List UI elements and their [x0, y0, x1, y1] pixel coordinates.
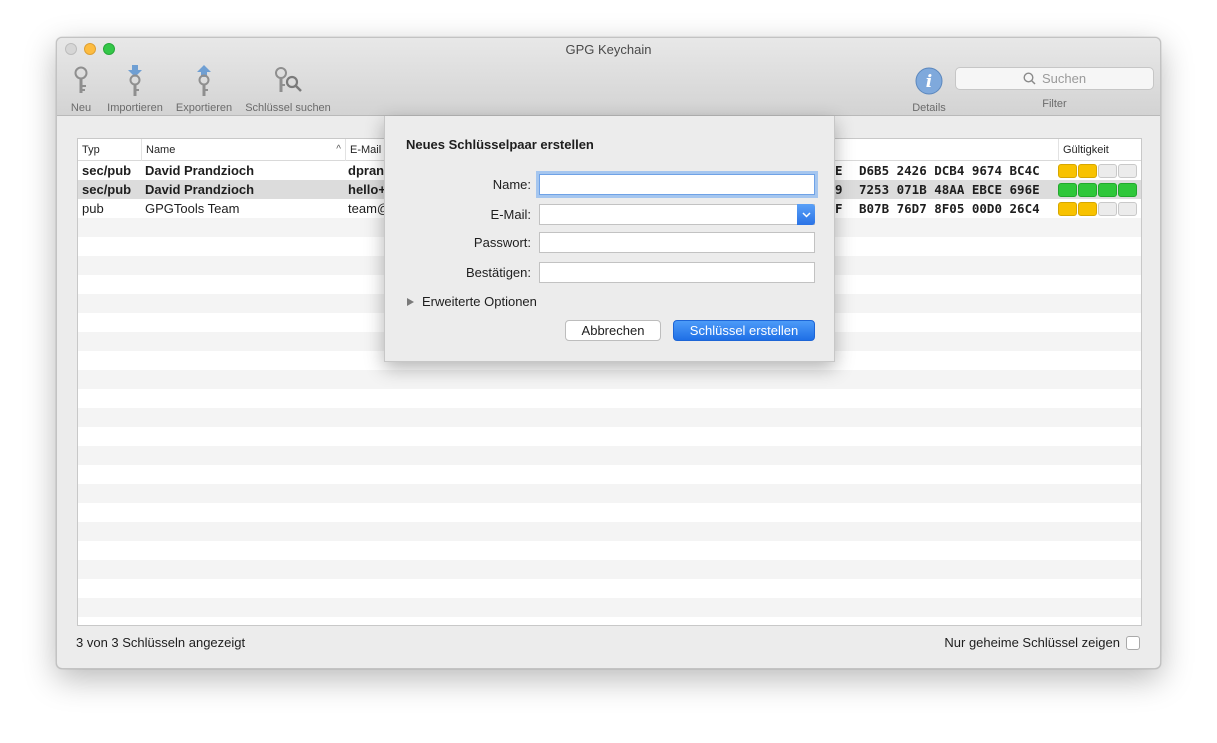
details-button[interactable]: i Details — [905, 64, 953, 114]
chevron-down-icon — [801, 211, 811, 218]
import-label: Importieren — [107, 102, 163, 114]
validity-segment — [1058, 164, 1077, 178]
validity-segment — [1078, 183, 1097, 197]
validity-segment — [1058, 202, 1077, 216]
row-fingerprint-lead: 9 — [835, 182, 843, 197]
secret-only-checkbox[interactable] — [1126, 635, 1140, 650]
sheet-title: Neues Schlüsselpaar erstellen — [406, 137, 594, 152]
key-count-status: 3 von 3 Schlüsseln angezeigt — [76, 635, 246, 650]
secret-only-label: Nur geheime Schlüssel zeigen — [944, 635, 1120, 650]
validity-segment — [1078, 202, 1097, 216]
column-type[interactable]: Typ — [78, 139, 141, 161]
row-name: David Prandzioch — [145, 182, 255, 197]
column-name-label: Name — [146, 144, 176, 156]
search-icon — [1023, 72, 1036, 85]
new-key-label: Neu — [70, 102, 92, 114]
row-fingerprint: B07B 76D7 8F05 00D0 26C4 — [859, 201, 1040, 216]
export-label: Exportieren — [175, 102, 233, 114]
empty-row — [78, 484, 1141, 503]
advanced-options-label: Erweiterte Optionen — [422, 294, 537, 309]
email-dropdown-button[interactable] — [797, 204, 815, 225]
key-search-icon — [242, 64, 334, 98]
import-button[interactable]: Importieren — [103, 64, 167, 114]
empty-row — [78, 370, 1141, 389]
row-email: team@ — [348, 201, 388, 216]
column-name[interactable]: Name ^ — [141, 139, 345, 161]
row-type: sec/pub — [82, 182, 132, 197]
titlebar: GPG Keychain Neu Importieren Exportieren… — [57, 38, 1160, 116]
search-keys-button[interactable]: Schlüssel suchen — [242, 64, 334, 114]
svg-text:i: i — [926, 72, 932, 92]
export-key-icon — [173, 64, 235, 98]
row-email: dpran — [348, 163, 385, 178]
confirm-password-field[interactable] — [539, 262, 815, 283]
row-type: pub — [82, 201, 104, 216]
validity-segment — [1078, 164, 1097, 178]
empty-row — [78, 446, 1141, 465]
validity-indicator — [1058, 202, 1137, 216]
create-key-button[interactable]: Schlüssel erstellen — [673, 320, 815, 341]
search-keys-label: Schlüssel suchen — [245, 102, 331, 114]
new-key-button[interactable]: Neu — [67, 64, 95, 114]
advanced-options-disclosure[interactable]: Erweiterte Optionen — [407, 294, 537, 309]
validity-segment — [1118, 164, 1137, 178]
email-combobox[interactable] — [539, 204, 815, 225]
confirm-label: Bestätigen: — [465, 265, 531, 280]
cancel-button[interactable]: Abbrechen — [565, 320, 661, 341]
row-type: sec/pub — [82, 163, 132, 178]
password-label: Passwort: — [473, 235, 531, 250]
disclosure-triangle-icon — [407, 297, 414, 306]
validity-segment — [1098, 202, 1117, 216]
empty-row — [78, 522, 1141, 541]
row-fingerprint: D6B5 2426 DCB4 9674 BC4C — [859, 163, 1040, 178]
validity-segment — [1118, 183, 1137, 197]
row-email: hello+ — [348, 182, 386, 197]
row-name: GPGTools Team — [145, 201, 240, 216]
import-key-icon — [103, 64, 167, 98]
validity-indicator — [1058, 183, 1137, 197]
empty-row — [78, 579, 1141, 598]
window-title: GPG Keychain — [565, 42, 652, 57]
validity-segment — [1098, 183, 1117, 197]
secret-only-toggle[interactable]: Nur geheime Schlüssel zeigen — [944, 635, 1140, 650]
email-label: E-Mail: — [490, 207, 531, 222]
validity-segment — [1058, 183, 1077, 197]
row-fingerprint-lead: F — [835, 201, 843, 216]
filter-label: Filter — [1042, 98, 1067, 110]
empty-row — [78, 465, 1141, 484]
row-fingerprint-lead: E — [835, 163, 843, 178]
filter-search-field[interactable]: Suchen — [955, 67, 1154, 90]
validity-indicator — [1058, 164, 1137, 178]
name-field[interactable] — [539, 174, 815, 195]
empty-row — [78, 503, 1141, 522]
name-label: Name: — [492, 177, 531, 192]
empty-row — [78, 560, 1141, 579]
validity-segment — [1118, 202, 1137, 216]
details-label: Details — [912, 102, 946, 114]
sort-ascending-icon: ^ — [336, 144, 341, 155]
key-icon — [67, 64, 95, 98]
empty-row — [78, 427, 1141, 446]
row-name: David Prandzioch — [145, 163, 255, 178]
column-validity[interactable]: Gültigkeit — [1058, 139, 1141, 161]
password-field[interactable] — [539, 232, 815, 253]
export-button[interactable]: Exportieren — [173, 64, 235, 114]
empty-row — [78, 389, 1141, 408]
info-icon: i — [905, 64, 953, 98]
new-keypair-sheet: Neues Schlüsselpaar erstellen Name: E-Ma… — [384, 116, 835, 362]
validity-segment — [1098, 164, 1117, 178]
empty-row — [78, 598, 1141, 617]
row-fingerprint: 7253 071B 48AA EBCE 696E — [859, 182, 1040, 197]
empty-row — [78, 408, 1141, 427]
empty-row — [78, 541, 1141, 560]
search-placeholder: Suchen — [1041, 71, 1087, 86]
